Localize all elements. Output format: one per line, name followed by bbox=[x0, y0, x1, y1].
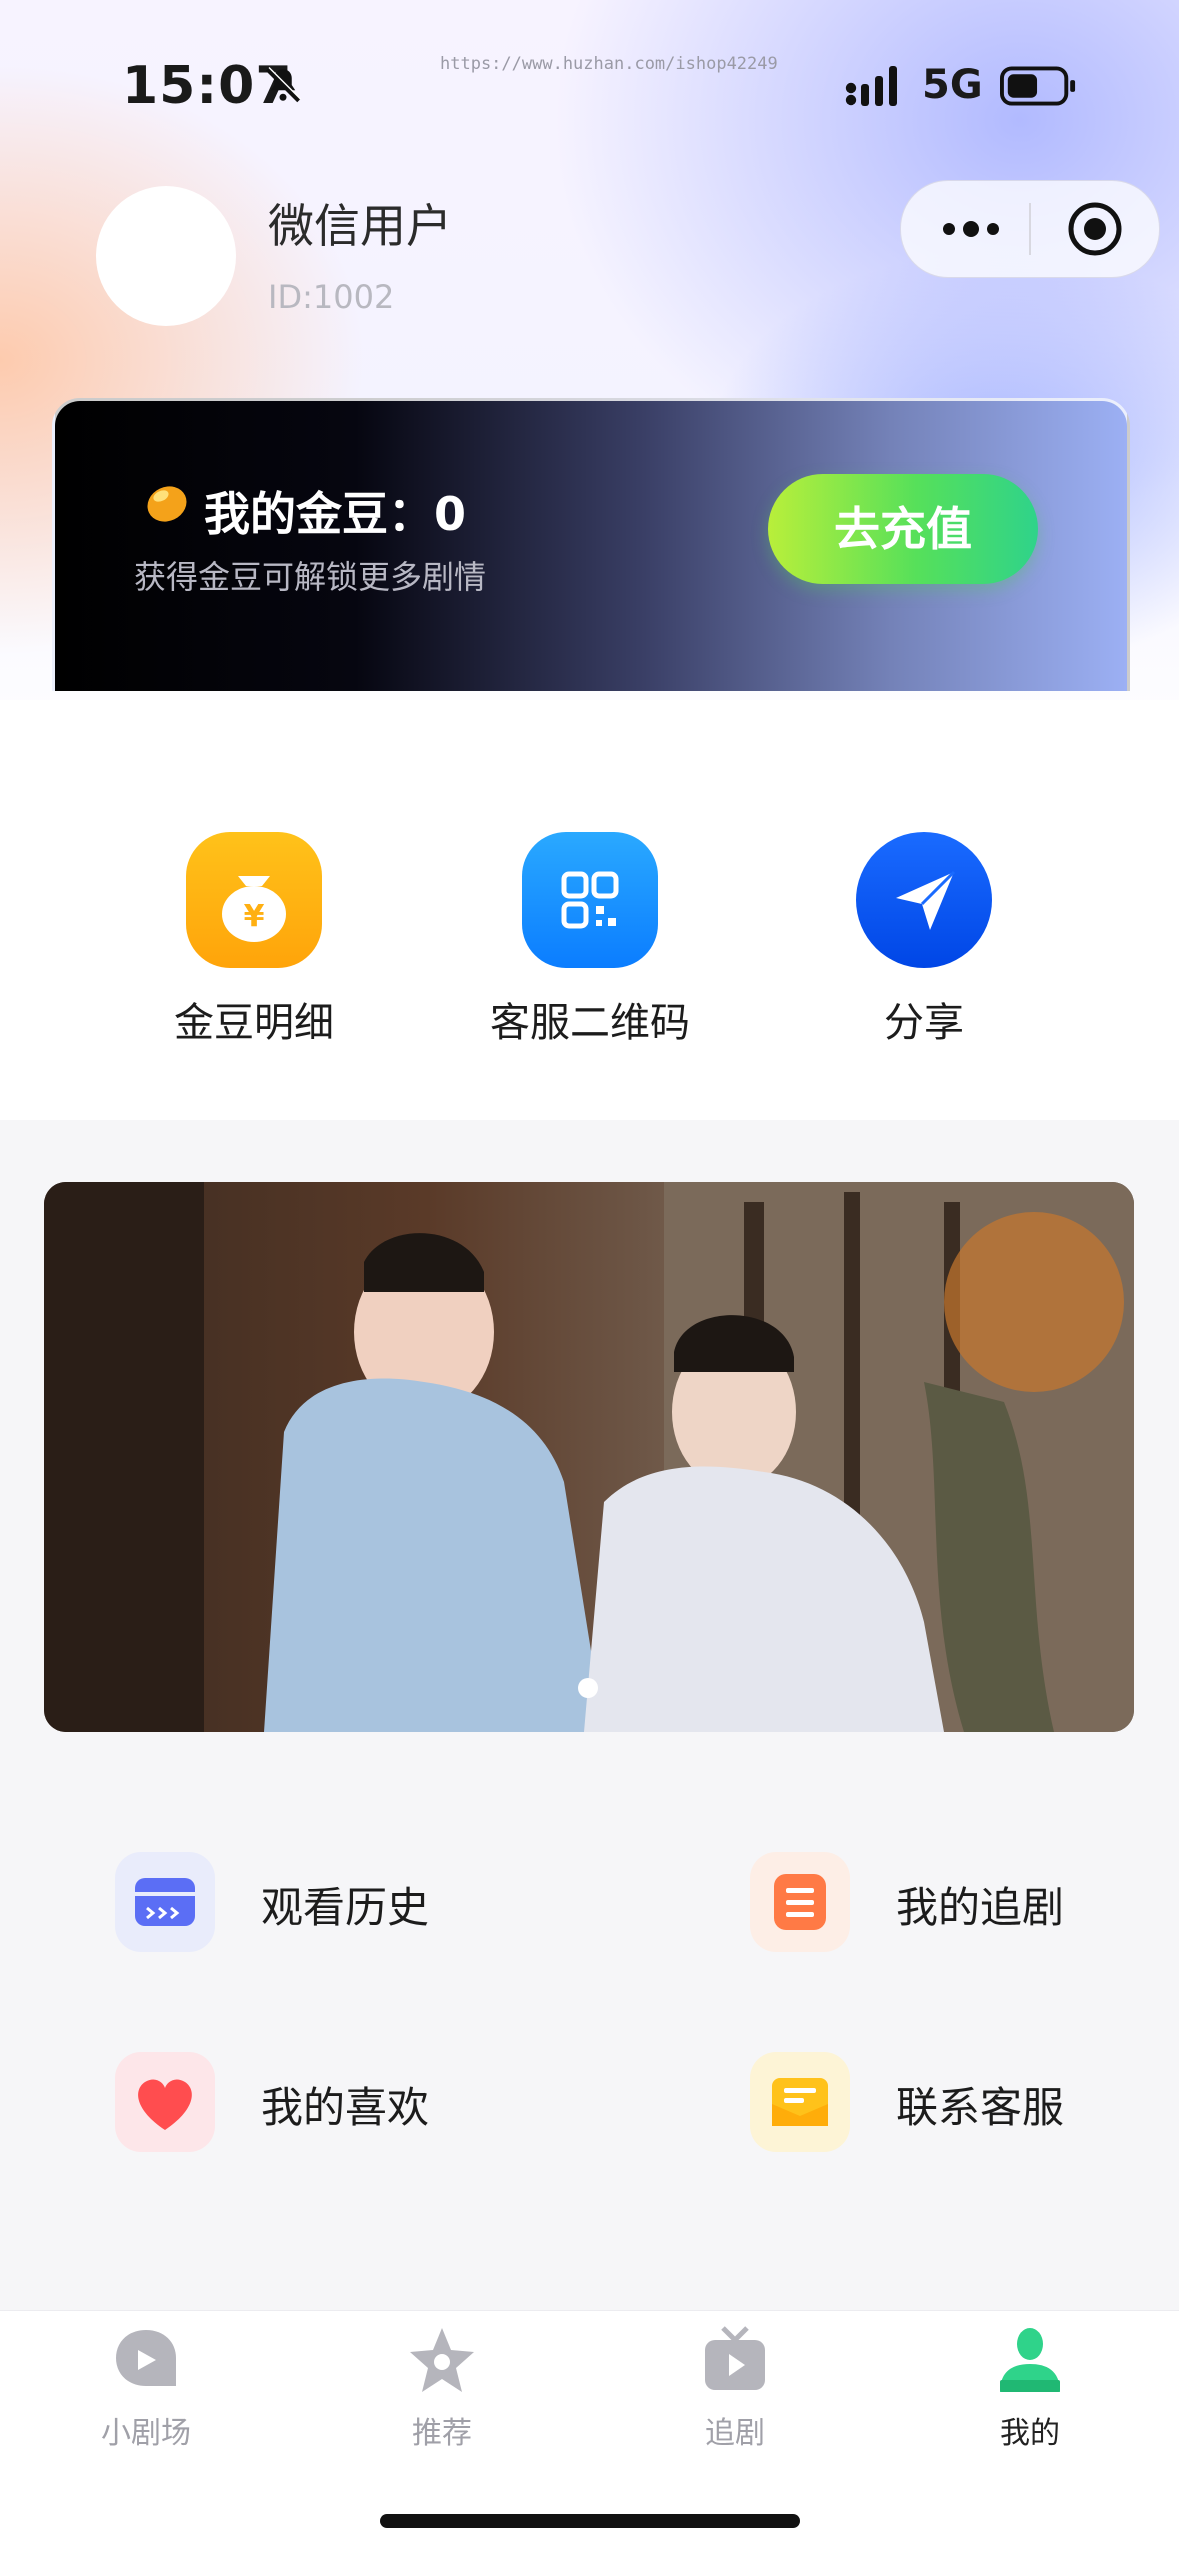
qr-code-icon bbox=[522, 832, 658, 968]
svg-text:¥: ¥ bbox=[244, 899, 265, 934]
home-indicator bbox=[380, 2514, 800, 2528]
profile-icon bbox=[1000, 2328, 1060, 2392]
menu-label: 联系客服 bbox=[896, 2083, 1065, 2132]
gold-subtitle: 获得金豆可解锁更多剧情 bbox=[134, 558, 487, 596]
tab-label: 追剧 bbox=[705, 2416, 765, 2451]
shortcut-label: 金豆明细 bbox=[174, 1000, 334, 1046]
menu-watch-history[interactable]: 观看历史 bbox=[115, 1852, 515, 1952]
menu-label: 观看历史 bbox=[261, 1883, 430, 1932]
shortcut-service-qr[interactable]: 客服二维码 bbox=[440, 832, 740, 1048]
theater-icon bbox=[116, 2330, 176, 2386]
muted-bell-icon bbox=[265, 67, 301, 103]
battery-icon bbox=[1000, 66, 1076, 106]
history-icon bbox=[115, 1852, 215, 1952]
gold-bean-icon bbox=[147, 486, 187, 522]
tab-label: 小剧场 bbox=[101, 2416, 191, 2451]
tab-theater[interactable]: 小剧场 bbox=[56, 2322, 236, 2452]
recharge-button[interactable]: 去充值 bbox=[768, 474, 1038, 584]
cellular-signal-icon bbox=[845, 66, 897, 106]
menu-label: 我的喜欢 bbox=[261, 2083, 430, 2132]
heart-icon bbox=[115, 2052, 215, 2152]
close-miniprogram-icon[interactable] bbox=[1065, 199, 1125, 259]
banner-image bbox=[44, 1182, 1134, 1732]
share-paper-plane-icon bbox=[856, 832, 992, 968]
menu-contact-service[interactable]: 联系客服 bbox=[750, 2052, 1150, 2152]
tab-mine[interactable]: 我的 bbox=[940, 2322, 1120, 2452]
shortcut-label: 客服二维码 bbox=[490, 1000, 690, 1046]
shortcut-share[interactable]: 分享 bbox=[774, 832, 1074, 1048]
avatar[interactable] bbox=[96, 186, 236, 326]
more-options-icon[interactable] bbox=[939, 215, 1003, 243]
network-type: 5G bbox=[922, 62, 983, 108]
user-id: ID:1002 bbox=[268, 278, 395, 316]
following-list-icon bbox=[750, 1852, 850, 1952]
tab-recommend[interactable]: 推荐 bbox=[352, 2322, 532, 2452]
miniprogram-capsule bbox=[900, 180, 1160, 278]
capsule-divider bbox=[1029, 203, 1031, 255]
watermark-text: https://www.huzhan.com/ishop42249 bbox=[440, 54, 778, 74]
tab-label: 我的 bbox=[1000, 2416, 1060, 2451]
coin-bag-icon: ¥ bbox=[186, 832, 322, 968]
menu-my-likes[interactable]: 我的喜欢 bbox=[115, 2052, 515, 2152]
tab-label: 推荐 bbox=[412, 2416, 472, 2451]
user-name: 微信用户 bbox=[268, 199, 452, 253]
banner-indicator-dot[interactable] bbox=[578, 1678, 598, 1698]
menu-my-following[interactable]: 我的追剧 bbox=[750, 1852, 1150, 1952]
shortcut-label: 分享 bbox=[884, 1000, 964, 1046]
shortcut-gold-detail[interactable]: ¥ 金豆明细 bbox=[104, 832, 404, 1048]
tab-following[interactable]: 追剧 bbox=[645, 2322, 825, 2452]
tv-icon bbox=[705, 2326, 765, 2390]
star-icon bbox=[410, 2328, 474, 2392]
menu-label: 我的追剧 bbox=[896, 1883, 1065, 1932]
gold-balance: 我的金豆：0 bbox=[204, 487, 467, 541]
drama-banner[interactable] bbox=[44, 1182, 1134, 1732]
customer-service-icon bbox=[750, 2052, 850, 2152]
